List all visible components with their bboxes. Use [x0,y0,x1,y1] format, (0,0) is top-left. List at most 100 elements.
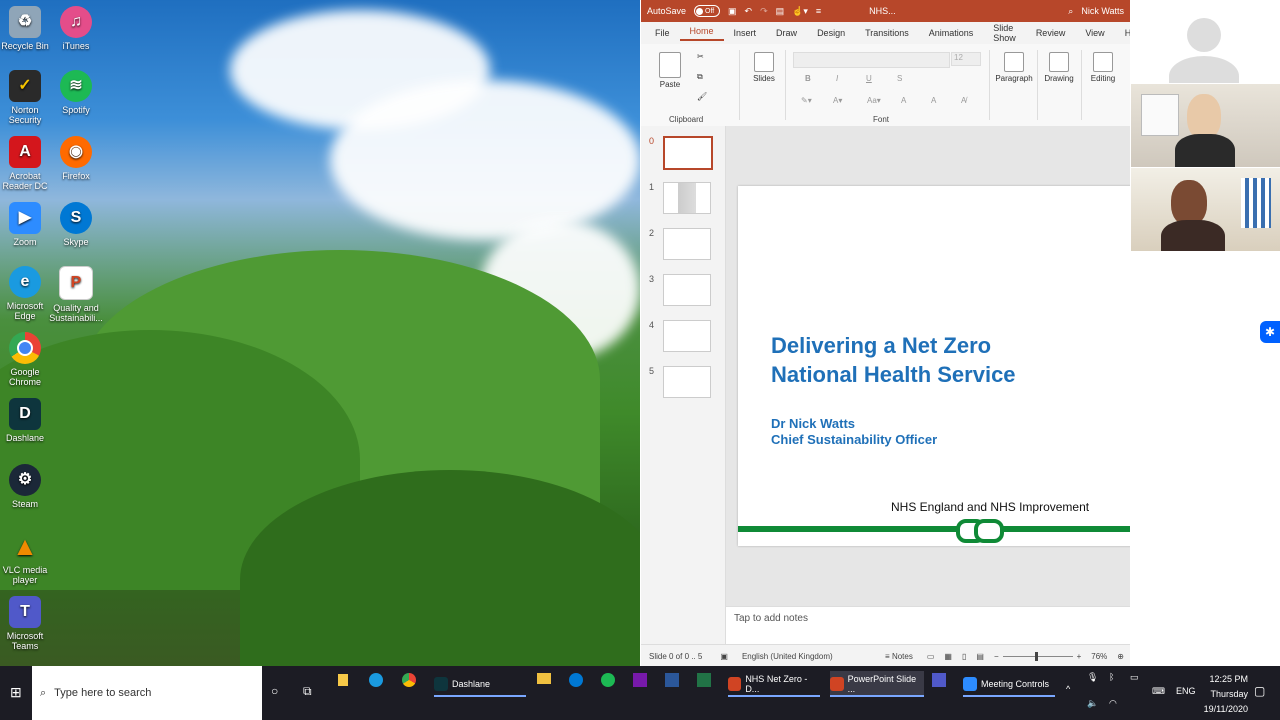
slide-thumbnail-3[interactable] [663,274,711,306]
tab-home[interactable]: Home [679,26,724,41]
increase-font-icon[interactable]: A [901,96,906,105]
slide-sorter-icon[interactable]: ▦ [944,652,952,661]
desktop-icon-quality-doc[interactable]: P Quality and Sustainabili... [49,266,103,323]
decrease-font-icon[interactable]: A [931,96,936,105]
slide-editor[interactable]: Delivering a Net Zero National Health Se… [726,126,1130,606]
taskbar-item-dashlane[interactable]: Dashlane [434,671,526,697]
format-painter-icon[interactable]: 🖌 [697,92,707,101]
skype-taskbar-icon[interactable] [569,673,583,687]
language-indicator[interactable]: ENG [1176,686,1196,696]
save-icon[interactable]: ▣ [728,6,737,17]
normal-view-icon[interactable]: ▭ [927,652,935,661]
windows-start-icon[interactable]: ⊞ [10,684,22,701]
user-name[interactable]: Nick Watts [1081,6,1124,16]
desktop-icon-vlc[interactable]: ▲ VLC media player [0,530,52,585]
present-icon[interactable]: ▤ [776,6,785,17]
video-tile-avatar[interactable] [1131,0,1280,83]
slides-button[interactable]: Slides [751,52,777,83]
desktop-icon-firefox[interactable]: ◉ Firefox [49,136,103,181]
slide-thumbnail-5[interactable] [663,366,711,398]
spotify-taskbar-icon[interactable] [601,673,615,687]
slide-subtitle[interactable]: Dr Nick Watts Chief Sustainability Offic… [771,416,937,448]
edge-taskbar-icon[interactable] [369,673,383,687]
show-hidden-icons[interactable]: ^ [1066,684,1070,694]
task-view-icon[interactable]: ⧉ [303,684,312,699]
touch-mode-icon[interactable]: ☝▾ [792,6,808,17]
tab-file[interactable]: File [645,28,680,38]
tab-review[interactable]: Review [1026,28,1076,38]
tab-design[interactable]: Design [807,28,855,38]
accessibility-icon[interactable]: ▣ [720,652,728,661]
underline-button[interactable]: U [866,74,872,83]
clear-format-icon[interactable]: A̸ [961,96,966,105]
onenote-icon[interactable] [633,673,647,687]
redo-icon[interactable]: ↷ [760,6,768,17]
highlight-icon[interactable]: ✎▾ [801,96,812,105]
desktop-icon-spotify[interactable]: ≋ Spotify [49,70,103,115]
paragraph-button[interactable]: Paragraph [995,52,1033,83]
notes-pane[interactable]: Tap to add notes [726,606,1130,644]
editing-button[interactable]: Editing [1087,52,1119,83]
excel-icon[interactable] [697,673,711,687]
drawing-button[interactable]: Drawing [1043,52,1075,83]
tab-insert[interactable]: Insert [724,28,767,38]
font-family-select[interactable] [793,52,950,68]
clock[interactable]: 12:25 PM Thursday 19/11/2020 [1200,674,1248,714]
desktop-icon-dashlane[interactable]: D Dashlane [0,398,52,443]
chrome-taskbar-icon[interactable] [402,673,416,687]
word-icon[interactable] [665,673,679,687]
desktop-icon-steam[interactable]: ⚙ Steam [0,464,52,509]
copy-icon[interactable]: ⧉ [697,72,703,82]
notes-button[interactable]: ≡ Notes [885,652,913,661]
bluetooth-icon[interactable]: ᛒ [1109,672,1114,682]
paste-button[interactable]: Paste [655,52,685,89]
desktop-icon-edge[interactable]: e Microsoft Edge [0,266,52,321]
taskbar-item-meeting-controls[interactable]: Meeting Controls [963,671,1055,697]
dropbox-icon[interactable]: ✱ [1260,321,1280,343]
tab-animations[interactable]: Animations [919,28,984,38]
desktop-icon-zoom[interactable]: ▶ Zoom [0,202,52,247]
video-tile-participant-2[interactable] [1131,168,1280,251]
desktop-icon-teams[interactable]: T Microsoft Teams [0,596,52,651]
autosave-toggle[interactable]: Off [694,5,721,17]
search-icon[interactable]: ⌕ [1068,6,1073,17]
slide-title[interactable]: Delivering a Net Zero National Health Se… [771,331,1130,389]
fit-slide-icon[interactable]: ⊕ [1117,652,1124,661]
italic-button[interactable]: I [836,74,838,83]
desktop-icon-itunes[interactable]: ♫ iTunes [49,6,103,51]
zoom-out-icon[interactable]: − [994,652,999,661]
slide-canvas[interactable]: Delivering a Net Zero National Health Se… [738,186,1130,546]
teams-taskbar-icon[interactable] [932,673,946,687]
zoom-level[interactable]: 76% [1091,652,1107,661]
slide-thumbnail-2[interactable] [663,228,711,260]
taskbar-search[interactable]: ⌕ Type here to search [32,666,262,720]
taskbar-item-powerpoint-slideshow[interactable]: PowerPoint Slide ... [830,671,924,697]
tab-slide-show[interactable]: Slide Show [983,23,1026,43]
file-explorer-icon[interactable] [537,673,551,684]
font-size-select[interactable]: 12 [951,52,981,66]
slide-thumbnail-0[interactable] [663,136,713,170]
desktop-icon-chrome[interactable]: Google Chrome [0,332,52,387]
language-indicator[interactable]: English (United Kingdom) [742,652,833,661]
desktop-icon-skype[interactable]: S Skype [49,202,103,247]
sticky-notes-icon[interactable] [338,674,348,686]
desktop-icon-norton[interactable]: ✓ Norton Security [0,70,52,125]
taskbar-item-powerpoint-doc[interactable]: NHS Net Zero - D... [728,671,820,697]
bold-button[interactable]: B [805,74,811,83]
notifications-icon[interactable]: ▢ [1254,684,1265,698]
tab-help[interactable]: He [1115,28,1130,38]
video-tile-participant-1[interactable] [1131,84,1280,167]
presenter-view-icon[interactable]: ▤ [976,652,984,661]
slide-thumbnail-1[interactable] [663,182,711,214]
tab-view[interactable]: View [1075,28,1114,38]
change-case-icon[interactable]: Aa▾ [867,96,881,105]
reading-view-icon[interactable]: ▯ [962,652,966,661]
desktop-icon-recycle-bin[interactable]: ♻ Recycle Bin [0,6,52,51]
battery-icon[interactable]: ▭ [1130,672,1139,683]
slide-thumbnail-4[interactable] [663,320,711,352]
zoom-slider[interactable] [1002,651,1073,661]
microphone-icon[interactable]: 🎙 [1087,672,1098,683]
volume-icon[interactable]: 🔈 [1087,698,1098,709]
undo-icon[interactable]: ↶ [745,6,753,17]
desktop-icon-acrobat[interactable]: A Acrobat Reader DC [0,136,52,191]
